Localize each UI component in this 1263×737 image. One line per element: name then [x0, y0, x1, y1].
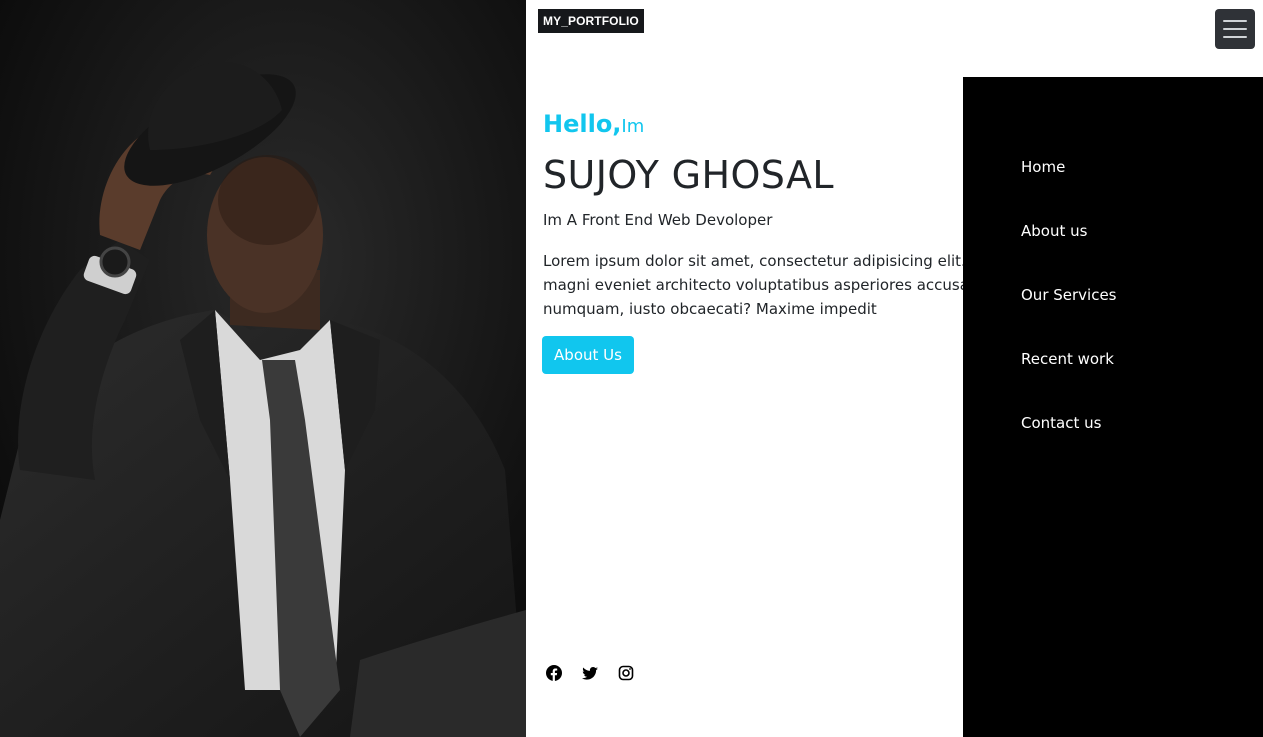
- hero-photo: [0, 0, 526, 737]
- hamburger-line: [1223, 28, 1247, 30]
- nav-item-our-services[interactable]: Our Services: [1021, 285, 1263, 349]
- hero-greeting: Hello,Im: [543, 110, 644, 138]
- nav-item-home[interactable]: Home: [1021, 157, 1263, 221]
- nav-item-about-us[interactable]: About us: [1021, 221, 1263, 285]
- about-us-button[interactable]: About Us: [542, 336, 634, 374]
- hamburger-line: [1223, 20, 1247, 22]
- portfolio-page: MY_PORTFOLIO Hello,Im SUJOY GHOSAL Im A …: [0, 0, 1263, 737]
- hero-name: SUJOY GHOSAL: [543, 153, 834, 197]
- nav-item-contact-us[interactable]: Contact us: [1021, 413, 1263, 477]
- social-links: [546, 665, 634, 681]
- portrait-image: [0, 0, 526, 737]
- instagram-icon[interactable]: [618, 665, 634, 681]
- brand-logo[interactable]: MY_PORTFOLIO: [538, 9, 644, 33]
- nav-list: Home About us Our Services Recent work C…: [963, 77, 1263, 477]
- facebook-icon[interactable]: [546, 665, 562, 681]
- hero-role: Im A Front End Web Devoloper: [543, 211, 773, 229]
- menu-toggle-button[interactable]: [1215, 9, 1255, 49]
- nav-item-recent-work[interactable]: Recent work: [1021, 349, 1263, 413]
- offcanvas-nav: Home About us Our Services Recent work C…: [963, 77, 1263, 737]
- hello-text: Hello,: [543, 110, 622, 138]
- twitter-icon[interactable]: [582, 665, 598, 681]
- im-text: Im: [621, 116, 645, 137]
- hamburger-line: [1223, 36, 1247, 38]
